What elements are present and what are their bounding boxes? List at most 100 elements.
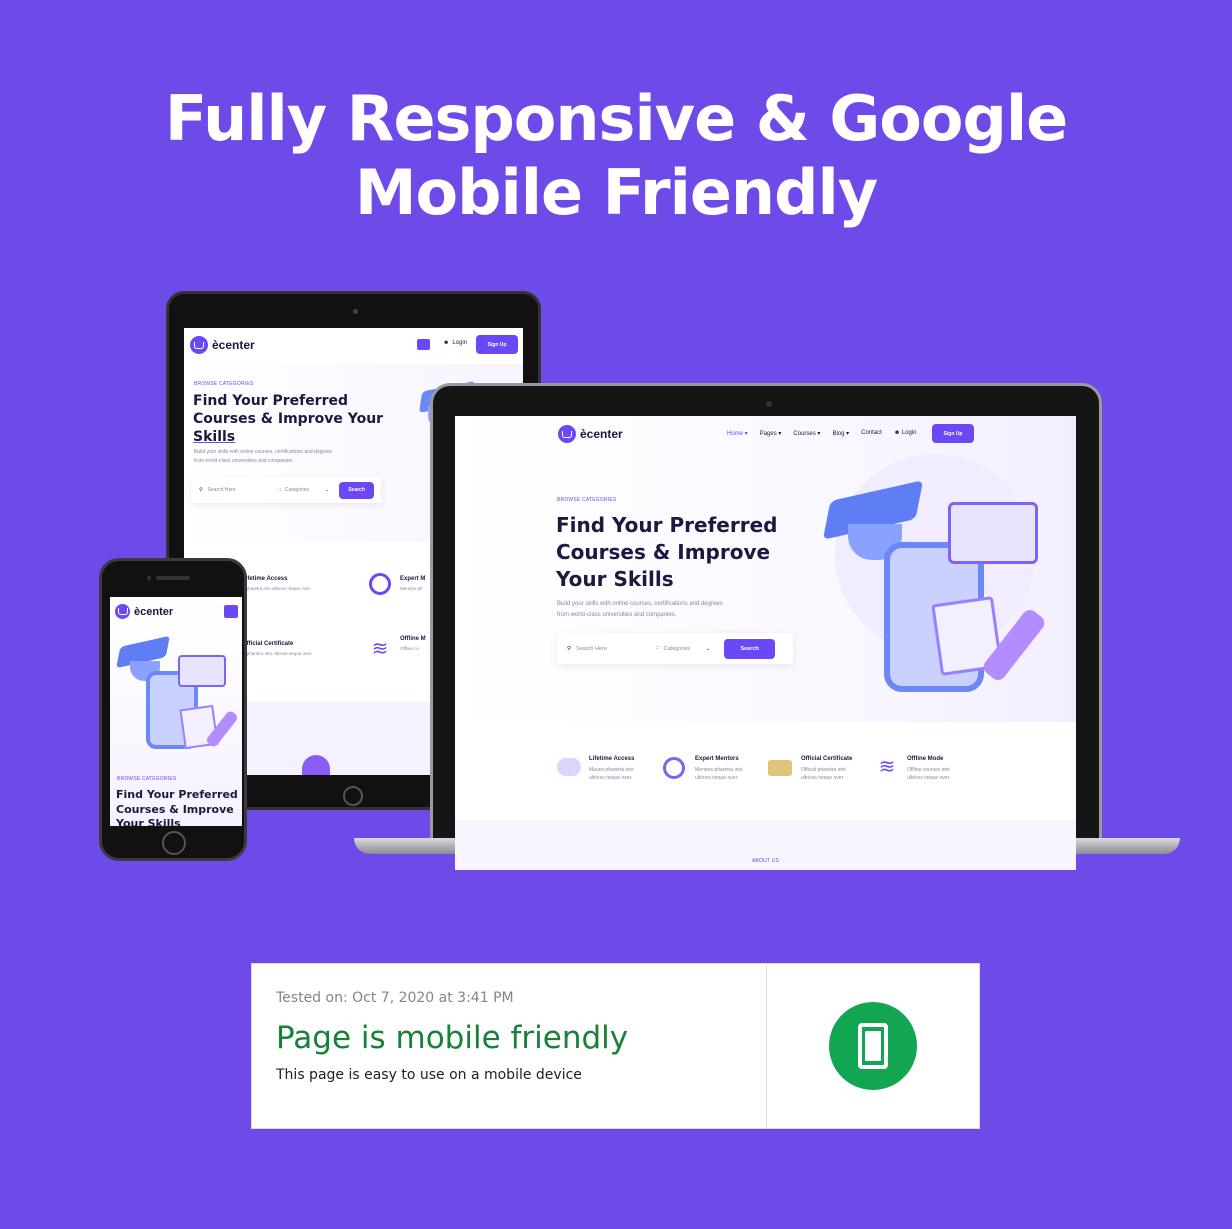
search-input[interactable]: Search Here: [576, 646, 648, 652]
feature-desc: Offline co: [400, 646, 419, 651]
nav-label: Courses: [793, 431, 816, 437]
feature-title: Expert M: [400, 576, 426, 582]
logo-text: ècenter: [580, 427, 623, 441]
education-illustration: [116, 635, 240, 755]
feature-desc: al pharetra into ultrices neque over.: [242, 651, 313, 656]
laptop-search-bar: ⚲ Search Here ∷ Categories ⌄ Search: [557, 633, 793, 664]
feature-item: Official Certificate Official pharetra i…: [801, 756, 852, 782]
nav-blog[interactable]: Blog ▾: [832, 430, 849, 437]
laptop-about-section: ABOUT US: [455, 820, 1076, 870]
subtitle-line: Build your skills with online courses, c…: [194, 449, 333, 455]
tablet-hero-title: Find Your Preferred Courses & Improve Yo…: [193, 392, 383, 446]
book-icon: [948, 502, 1038, 564]
about-kicker: ABOUT US: [751, 858, 780, 864]
headline-line-1: Fully Responsive & Google: [164, 82, 1068, 155]
phone-home-button[interactable]: [162, 831, 186, 855]
laptop-features: Lifetime Access Mauris pharetra into ultr…: [455, 722, 1076, 820]
subtitle-line: from world-class universities and compan…: [557, 612, 677, 618]
page-headline: Fully Responsive & Google Mobile Friendl…: [0, 82, 1232, 230]
feature-title: Offline Mode: [907, 756, 944, 762]
feature-desc: ultrices neque over.: [589, 775, 633, 781]
feature-title: Expert Mentors: [695, 756, 739, 762]
tablet-login-link[interactable]: ☻ Login: [443, 340, 467, 346]
hero-title-line: Courses & Improve Your: [193, 411, 384, 427]
laptop-hero-title: Find Your Preferred Courses & Improve Yo…: [556, 512, 777, 593]
feature-desc: Mauris pharetra into: [589, 767, 634, 773]
hero-title-line: Find Your Preferred: [556, 513, 778, 537]
nav-label: Home: [727, 431, 744, 437]
nav-contact[interactable]: Contact: [861, 430, 882, 437]
feature-desc: Mentors pharetra into: [695, 767, 743, 773]
hero-title-line: Courses & Improve: [116, 802, 234, 816]
phone-menu-icon[interactable]: [224, 605, 238, 618]
nav-login[interactable]: ☻ Login: [894, 430, 917, 437]
tablet-kicker: BROWSE CATEGORIES: [194, 381, 254, 387]
verdict-title: Page is mobile friendly: [276, 1020, 629, 1056]
feature-item: Official Certificate al pharetra into ul…: [242, 641, 312, 656]
mobile-friendly-result-card: Tested on: Oct 7, 2020 at 3:41 PM Page i…: [251, 963, 980, 1129]
tablet-logo[interactable]: ècenter: [190, 336, 255, 354]
certificate-icon: [768, 760, 792, 776]
nav-pages[interactable]: Pages ▾: [760, 430, 782, 437]
feature-title: Official Certificate: [801, 756, 853, 762]
hero-title-line: Find Your Preferred: [116, 788, 238, 801]
nav-label: Blog: [832, 431, 845, 437]
search-input[interactable]: Search Here: [208, 487, 268, 493]
laptop-nav: Home ▾ Pages ▾ Courses ▾ Blog ▾ Contact …: [727, 430, 917, 437]
logo-icon: [115, 604, 130, 619]
nav-label: Pages: [759, 431, 777, 437]
phone-kicker: BROWSE CATEGORIES: [117, 776, 177, 782]
search-icon: ⚲: [199, 487, 203, 493]
subtitle-line: from world-class universities and compan…: [194, 458, 294, 464]
login-label: Login: [452, 340, 468, 346]
tablet-menu-icon[interactable]: [417, 339, 430, 350]
hero-title-line: Courses & Improve: [556, 540, 771, 564]
feature-item: Expert M Mentors ph: [400, 576, 425, 591]
logo-icon: [190, 336, 208, 354]
laptop-screen: ècenter Home ▾ Pages ▾ Courses ▾ Blog ▾ …: [455, 416, 1076, 870]
result-text: Tested on: Oct 7, 2020 at 3:41 PM Page i…: [252, 964, 767, 1128]
tested-on-label: Tested on: Oct 7, 2020 at 3:41 PM: [276, 990, 514, 1006]
feature-desc: ultrices neque over.: [695, 775, 739, 781]
hero-title-line: Skills: [193, 429, 236, 445]
categories-select[interactable]: Categories: [285, 487, 325, 493]
result-icon-panel: [767, 964, 979, 1128]
phone-device: ècenter BROWSE CATEGORIES Find Your Pref…: [99, 558, 247, 861]
chevron-down-icon: ⌄: [324, 487, 330, 493]
education-illustration: [820, 466, 1070, 706]
laptop-hero-subtitle: Build your skills with online courses, c…: [557, 599, 723, 621]
search-button[interactable]: Search: [339, 481, 375, 499]
feature-desc: ultrices neque over.: [907, 775, 951, 781]
chevron-down-icon: ⌄: [705, 645, 711, 652]
feature-title: Offline M: [400, 636, 426, 642]
tablet-home-button[interactable]: [343, 786, 363, 806]
nav-courses[interactable]: Courses ▾: [793, 430, 820, 437]
feature-item: Expert Mentors Mentors pharetra into ultr…: [695, 756, 743, 782]
laptop-logo[interactable]: ècenter: [558, 425, 623, 443]
search-button[interactable]: Search: [724, 638, 776, 659]
feature-desc: ultrices neque over.: [801, 775, 845, 781]
user-icon: ☻: [443, 340, 450, 346]
hero-title-line: Your Skills: [116, 817, 181, 826]
feature-desc: Mentors ph: [400, 586, 423, 591]
feature-title: Lifetime Access: [589, 756, 635, 762]
grid-icon: ∷: [277, 487, 281, 493]
logo-text: ècenter: [134, 605, 174, 618]
tablet-signup-button[interactable]: Sign Up: [476, 335, 518, 354]
feature-item: Lifetime Access s pharetra into ultrices…: [242, 576, 311, 591]
laptop-kicker: BROWSE CATEGORIES: [557, 497, 617, 503]
feature-desc: s pharetra into ultrices neque over.: [242, 586, 312, 591]
categories-select[interactable]: Categories: [664, 646, 706, 652]
target-icon: [663, 757, 685, 779]
cloud-icon: [557, 758, 581, 776]
wifi-icon: ≋: [371, 638, 389, 660]
wifi-icon: ≋: [878, 756, 896, 778]
phone-screen: ècenter BROWSE CATEGORIES Find Your Pref…: [110, 597, 242, 826]
feature-title: Official Certificate: [242, 641, 294, 647]
tablet-search-bar: ⚲ Search Here ∷ Categories ⌄ Search: [191, 477, 381, 503]
mobile-phone-icon: [829, 1002, 917, 1090]
phone-logo[interactable]: ècenter: [115, 604, 173, 619]
laptop-signup-button[interactable]: Sign Up: [932, 424, 974, 443]
nav-home[interactable]: Home ▾: [727, 430, 748, 437]
feature-item: Offline Mode Offline courses into ultrice…: [907, 756, 950, 782]
